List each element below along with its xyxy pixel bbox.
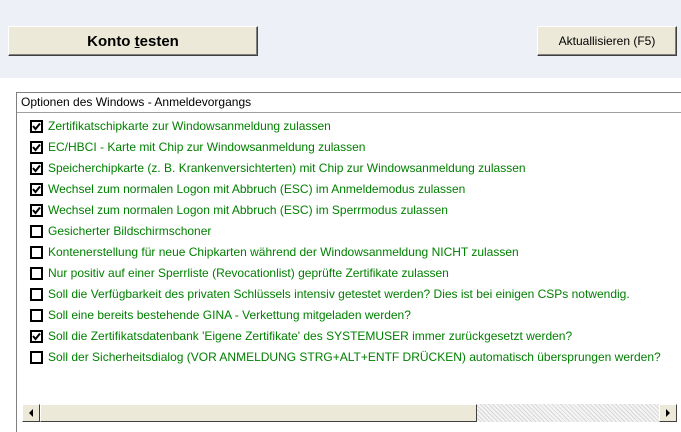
option-label: Zertifikatschipkarte zur Windowsanmeldun…: [48, 119, 331, 133]
option-row[interactable]: Zertifikatschipkarte zur Windowsanmeldun…: [30, 116, 681, 136]
option-checkbox[interactable]: [30, 266, 43, 280]
check-icon: [32, 206, 41, 215]
option-label: Soll die Verfügbarkeit des privaten Schl…: [48, 287, 630, 301]
option-label: Speicherchipkarte (z. B. Krankenversicht…: [48, 161, 526, 175]
refresh-label: Aktuallisieren (F5): [558, 34, 656, 48]
option-row[interactable]: EC/HBCI - Karte mit Chip zur Windowsanme…: [30, 137, 681, 157]
option-row[interactable]: Kontenerstellung für neue Chipkarten wäh…: [30, 242, 681, 262]
option-label: Nur positiv auf einer Sperrliste (Revoca…: [48, 266, 449, 280]
option-checkbox[interactable]: [30, 245, 43, 259]
scroll-right-button[interactable]: [659, 404, 677, 422]
option-checkbox[interactable]: [30, 119, 43, 133]
options-header: Optionen des Windows - Anmeldevorgangs: [17, 93, 681, 113]
option-checkbox[interactable]: [30, 350, 43, 364]
check-icon: [32, 143, 41, 152]
option-label: Soll die Zertifikatsdatenbank 'Eigene Ze…: [48, 329, 573, 343]
option-label: Soll der Sicherheitsdialog (VOR ANMELDUN…: [48, 350, 661, 364]
option-checkbox[interactable]: [30, 287, 43, 301]
option-row[interactable]: Wechsel zum normalen Logon mit Abbruch (…: [30, 200, 681, 220]
option-row[interactable]: Wechsel zum normalen Logon mit Abbruch (…: [30, 179, 681, 199]
option-row[interactable]: Soll eine bereits bestehende GINA - Verk…: [30, 305, 681, 325]
test-account-label-post: esten: [139, 32, 179, 50]
option-label: Wechsel zum normalen Logon mit Abbruch (…: [48, 203, 448, 217]
option-label: Kontenerstellung für neue Chipkarten wäh…: [48, 245, 519, 259]
horizontal-scrollbar[interactable]: [22, 404, 677, 422]
option-checkbox[interactable]: [30, 308, 43, 322]
scroll-left-button[interactable]: [22, 404, 40, 422]
option-label: Wechsel zum normalen Logon mit Abbruch (…: [48, 182, 466, 196]
option-row[interactable]: Gesicherter Bildschirmschoner: [30, 221, 681, 241]
option-row[interactable]: Soll der Sicherheitsdialog (VOR ANMELDUN…: [30, 347, 681, 367]
option-checkbox[interactable]: [30, 140, 43, 154]
options-panel: Optionen des Windows - Anmeldevorgangs Z…: [16, 92, 681, 432]
option-label: EC/HBCI - Karte mit Chip zur Windowsanme…: [48, 140, 366, 154]
option-checkbox[interactable]: [30, 161, 43, 175]
arrow-right-icon: [666, 409, 670, 417]
option-label: Gesicherter Bildschirmschoner: [48, 224, 212, 238]
refresh-button[interactable]: Aktuallisieren (F5): [537, 26, 677, 56]
option-checkbox[interactable]: [30, 203, 43, 217]
option-row[interactable]: Soll die Zertifikatsdatenbank 'Eigene Ze…: [30, 326, 681, 346]
check-icon: [32, 332, 41, 341]
check-icon: [32, 164, 41, 173]
option-checkbox[interactable]: [30, 224, 43, 238]
check-icon: [32, 122, 41, 131]
scroll-thumb[interactable]: [40, 404, 477, 422]
option-row[interactable]: Soll die Verfügbarkeit des privaten Schl…: [30, 284, 681, 304]
option-label: Soll eine bereits bestehende GINA - Verk…: [48, 308, 411, 322]
option-checkbox[interactable]: [30, 329, 43, 343]
option-row[interactable]: Speicherchipkarte (z. B. Krankenversicht…: [30, 158, 681, 178]
option-row[interactable]: Nur positiv auf einer Sperrliste (Revoca…: [30, 263, 681, 283]
check-icon: [32, 185, 41, 194]
test-account-button[interactable]: Konto t esten: [8, 26, 258, 56]
option-checkbox[interactable]: [30, 182, 43, 196]
arrow-left-icon: [29, 409, 33, 417]
test-account-label-pre: Konto: [87, 32, 135, 50]
